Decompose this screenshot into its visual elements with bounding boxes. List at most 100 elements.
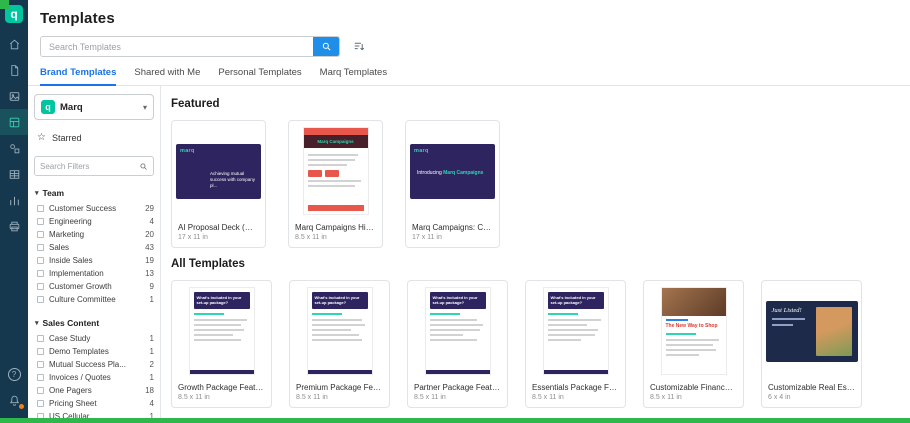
house-photo bbox=[815, 306, 852, 356]
checkbox[interactable] bbox=[37, 244, 44, 251]
template-dimensions: 8.5 x 11 in bbox=[650, 394, 682, 401]
filter-item-implementation[interactable]: Implementation 13 bbox=[34, 267, 154, 280]
filter-item-customer-growth[interactable]: Customer Growth 9 bbox=[34, 280, 154, 293]
filter-item-culture-committee[interactable]: Culture Committee 1 bbox=[34, 293, 154, 306]
search-icon bbox=[139, 162, 148, 171]
filter-item-demo-templates[interactable]: Demo Templates 1 bbox=[34, 345, 154, 358]
checkbox[interactable] bbox=[37, 387, 44, 394]
marq-thumb-logo: marq bbox=[180, 147, 195, 154]
app-window: q ? Templates Search Templates Brand Tem… bbox=[0, 0, 910, 423]
template-search-bar bbox=[40, 36, 340, 57]
template-title: Marq Campaigns: CS La... bbox=[412, 223, 493, 232]
template-thumbnail: What's included in your set-up package? bbox=[408, 281, 507, 381]
template-card-ai-proposal-deck[interactable]: marq Achieving mutual success with compa… bbox=[171, 120, 266, 248]
template-dimensions: 8.5 x 11 in bbox=[296, 394, 328, 401]
tab-marq-templates[interactable]: Marq Templates bbox=[320, 67, 387, 85]
template-card-real-estate-postcard[interactable]: Just Listed! Customizable Real Estat... … bbox=[761, 280, 862, 408]
screen-share-bottom-indicator bbox=[0, 418, 910, 423]
star-icon: ☆ bbox=[37, 132, 46, 143]
template-thumbnail: marq Introducing Marq Campaigns bbox=[406, 121, 499, 221]
checkbox[interactable] bbox=[37, 270, 44, 277]
template-card-marq-campaigns-cs-launch[interactable]: marq Introducing Marq Campaigns Marq Cam… bbox=[405, 120, 500, 248]
starred-filter[interactable]: ☆ Starred bbox=[37, 132, 154, 144]
template-dimensions: 6 x 4 in bbox=[768, 394, 791, 401]
template-dimensions: 8.5 x 11 in bbox=[295, 234, 327, 241]
filters-panel: q Marq ▾ ☆ Starred ▾ Team bbox=[28, 86, 161, 423]
brand-assets-icon[interactable] bbox=[0, 135, 28, 161]
section-sales-content[interactable]: ▾ Sales Content bbox=[35, 318, 154, 328]
notification-badge bbox=[18, 403, 25, 410]
section-team[interactable]: ▾ Team bbox=[35, 188, 154, 198]
filter-item-customer-success[interactable]: Customer Success 29 bbox=[34, 202, 154, 215]
filter-item-pricing-sheet[interactable]: Pricing Sheet 4 bbox=[34, 397, 154, 410]
template-title: Customizable Real Estat... bbox=[768, 383, 855, 392]
help-icon[interactable]: ? bbox=[0, 361, 28, 387]
notifications-icon[interactable] bbox=[0, 387, 28, 413]
page-title: Templates bbox=[40, 10, 115, 27]
brand-logo-icon: q bbox=[41, 100, 55, 114]
sort-icon[interactable] bbox=[353, 40, 366, 53]
checkbox[interactable] bbox=[37, 257, 44, 264]
filter-item-mutual-success[interactable]: Mutual Success Pla... 2 bbox=[34, 358, 154, 371]
filter-item-inside-sales[interactable]: Inside Sales 19 bbox=[34, 254, 154, 267]
template-card-essentials-package[interactable]: What's included in your set-up package? … bbox=[525, 280, 626, 408]
featured-heading: Featured bbox=[171, 98, 220, 110]
template-thumbnail: What's included in your set-up package? bbox=[172, 281, 271, 381]
home-icon[interactable] bbox=[0, 31, 28, 57]
caret-down-icon: ▾ bbox=[35, 190, 39, 197]
tab-personal-templates[interactable]: Personal Templates bbox=[218, 67, 301, 85]
data-table-icon[interactable] bbox=[0, 161, 28, 187]
checkbox[interactable] bbox=[37, 205, 44, 212]
template-title: Marq Campaigns High L... bbox=[295, 223, 376, 232]
template-card-finance-flyer[interactable]: The New Way to Shop Customizable Finance… bbox=[643, 280, 744, 408]
nav-rail: q ? bbox=[0, 0, 28, 423]
templates-icon[interactable] bbox=[0, 109, 28, 135]
checkbox[interactable] bbox=[37, 374, 44, 381]
analytics-icon[interactable] bbox=[0, 187, 28, 213]
template-card-growth-package[interactable]: What's included in your set-up package? … bbox=[171, 280, 272, 408]
caret-down-icon: ▾ bbox=[35, 320, 39, 327]
checkbox[interactable] bbox=[37, 231, 44, 238]
print-icon[interactable] bbox=[0, 213, 28, 239]
all-templates-heading: All Templates bbox=[171, 258, 245, 270]
filter-item-case-study[interactable]: Case Study 1 bbox=[34, 332, 154, 345]
images-icon[interactable] bbox=[0, 83, 28, 109]
brand-selector[interactable]: q Marq ▾ bbox=[34, 94, 154, 120]
tab-brand-templates[interactable]: Brand Templates bbox=[40, 67, 117, 86]
template-title: Growth Package Features bbox=[178, 383, 265, 392]
starred-label: Starred bbox=[51, 133, 82, 143]
checkbox[interactable] bbox=[37, 296, 44, 303]
filter-item-sales[interactable]: Sales 43 bbox=[34, 241, 154, 254]
template-title: Partner Package Features bbox=[414, 383, 501, 392]
filter-item-one-pagers[interactable]: One Pagers 18 bbox=[34, 384, 154, 397]
template-dimensions: 17 x 11 in bbox=[412, 234, 442, 241]
filter-item-invoices-quotes[interactable]: Invoices / Quotes 1 bbox=[34, 371, 154, 384]
filter-search-input[interactable] bbox=[40, 161, 139, 171]
filter-item-engineering[interactable]: Engineering 4 bbox=[34, 215, 154, 228]
tab-shared-with-me[interactable]: Shared with Me bbox=[134, 67, 200, 85]
template-title: Customizable Finance Fl... bbox=[650, 383, 737, 392]
template-card-marq-campaigns-high-level[interactable]: Marq Campaigns Marq Campaigns High 8.5 x… bbox=[288, 120, 383, 248]
featured-card-row: marq Achieving mutual success with compa… bbox=[171, 120, 910, 248]
template-card-partner-package[interactable]: What's included in your set-up package? … bbox=[407, 280, 508, 408]
checkbox[interactable] bbox=[37, 218, 44, 225]
template-tabs: Brand Templates Shared with Me Personal … bbox=[28, 57, 910, 86]
search-button[interactable] bbox=[313, 37, 339, 56]
template-card-premium-package[interactable]: What's included in your set-up package? … bbox=[289, 280, 390, 408]
template-dimensions: 8.5 x 11 in bbox=[532, 394, 564, 401]
search-input[interactable] bbox=[41, 37, 313, 56]
template-thumbnail: What's included in your set-up package? bbox=[290, 281, 389, 381]
filter-item-marketing[interactable]: Marketing 20 bbox=[34, 228, 154, 241]
template-title: Essentials Package Feat... bbox=[532, 383, 619, 392]
marq-thumb-logo: marq bbox=[414, 147, 429, 154]
checkbox[interactable] bbox=[37, 361, 44, 368]
checkbox[interactable] bbox=[37, 335, 44, 342]
template-thumbnail: What's included in your set-up package? bbox=[526, 281, 625, 381]
page-header: Templates Brand Templates Shared with Me bbox=[28, 0, 910, 86]
template-title: AI Proposal Deck (MSP) bbox=[178, 223, 259, 232]
template-title: Premium Package Featu... bbox=[296, 383, 383, 392]
checkbox[interactable] bbox=[37, 400, 44, 407]
checkbox[interactable] bbox=[37, 348, 44, 355]
documents-icon[interactable] bbox=[0, 57, 28, 83]
checkbox[interactable] bbox=[37, 283, 44, 290]
